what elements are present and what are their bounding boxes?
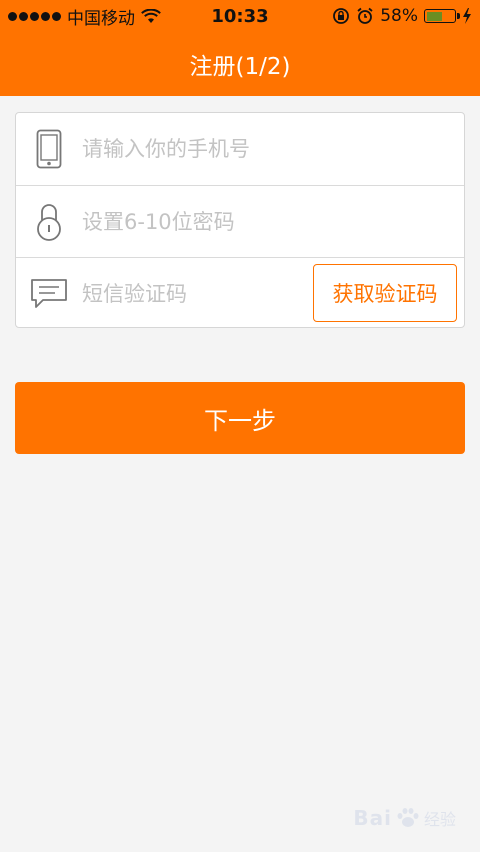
paw-icon [397, 808, 419, 827]
next-step-button[interactable]: 下一步 [15, 382, 465, 454]
phone-icon [16, 113, 82, 184]
get-code-button[interactable]: 获取验证码 [313, 264, 457, 322]
baidu-jingyan-watermark: Bai 经验 [353, 806, 456, 830]
status-bar: 中国移动 10:33 58% [0, 0, 480, 32]
message-icon [16, 258, 82, 329]
watermark-suffix: 经验 [423, 810, 456, 829]
phone-row [16, 113, 464, 184]
sms-code-input[interactable] [82, 273, 282, 314]
password-input[interactable] [82, 201, 302, 242]
battery-percent: 58% [380, 6, 418, 26]
watermark-brand: Bai [353, 806, 392, 830]
navigation-bar: 注册(1/2) [0, 32, 480, 96]
status-right: 58% [332, 0, 472, 32]
rotation-lock-icon [333, 8, 350, 24]
charging-icon [463, 8, 471, 24]
phone-input[interactable] [82, 128, 302, 169]
alarm-icon [357, 7, 373, 24]
sms-code-row: 获取验证码 [16, 257, 464, 329]
battery-icon [424, 9, 460, 23]
password-row [16, 185, 464, 257]
page-title: 注册(1/2) [189, 54, 291, 80]
lock-icon [16, 186, 82, 257]
registration-form: 获取验证码 [15, 112, 465, 328]
